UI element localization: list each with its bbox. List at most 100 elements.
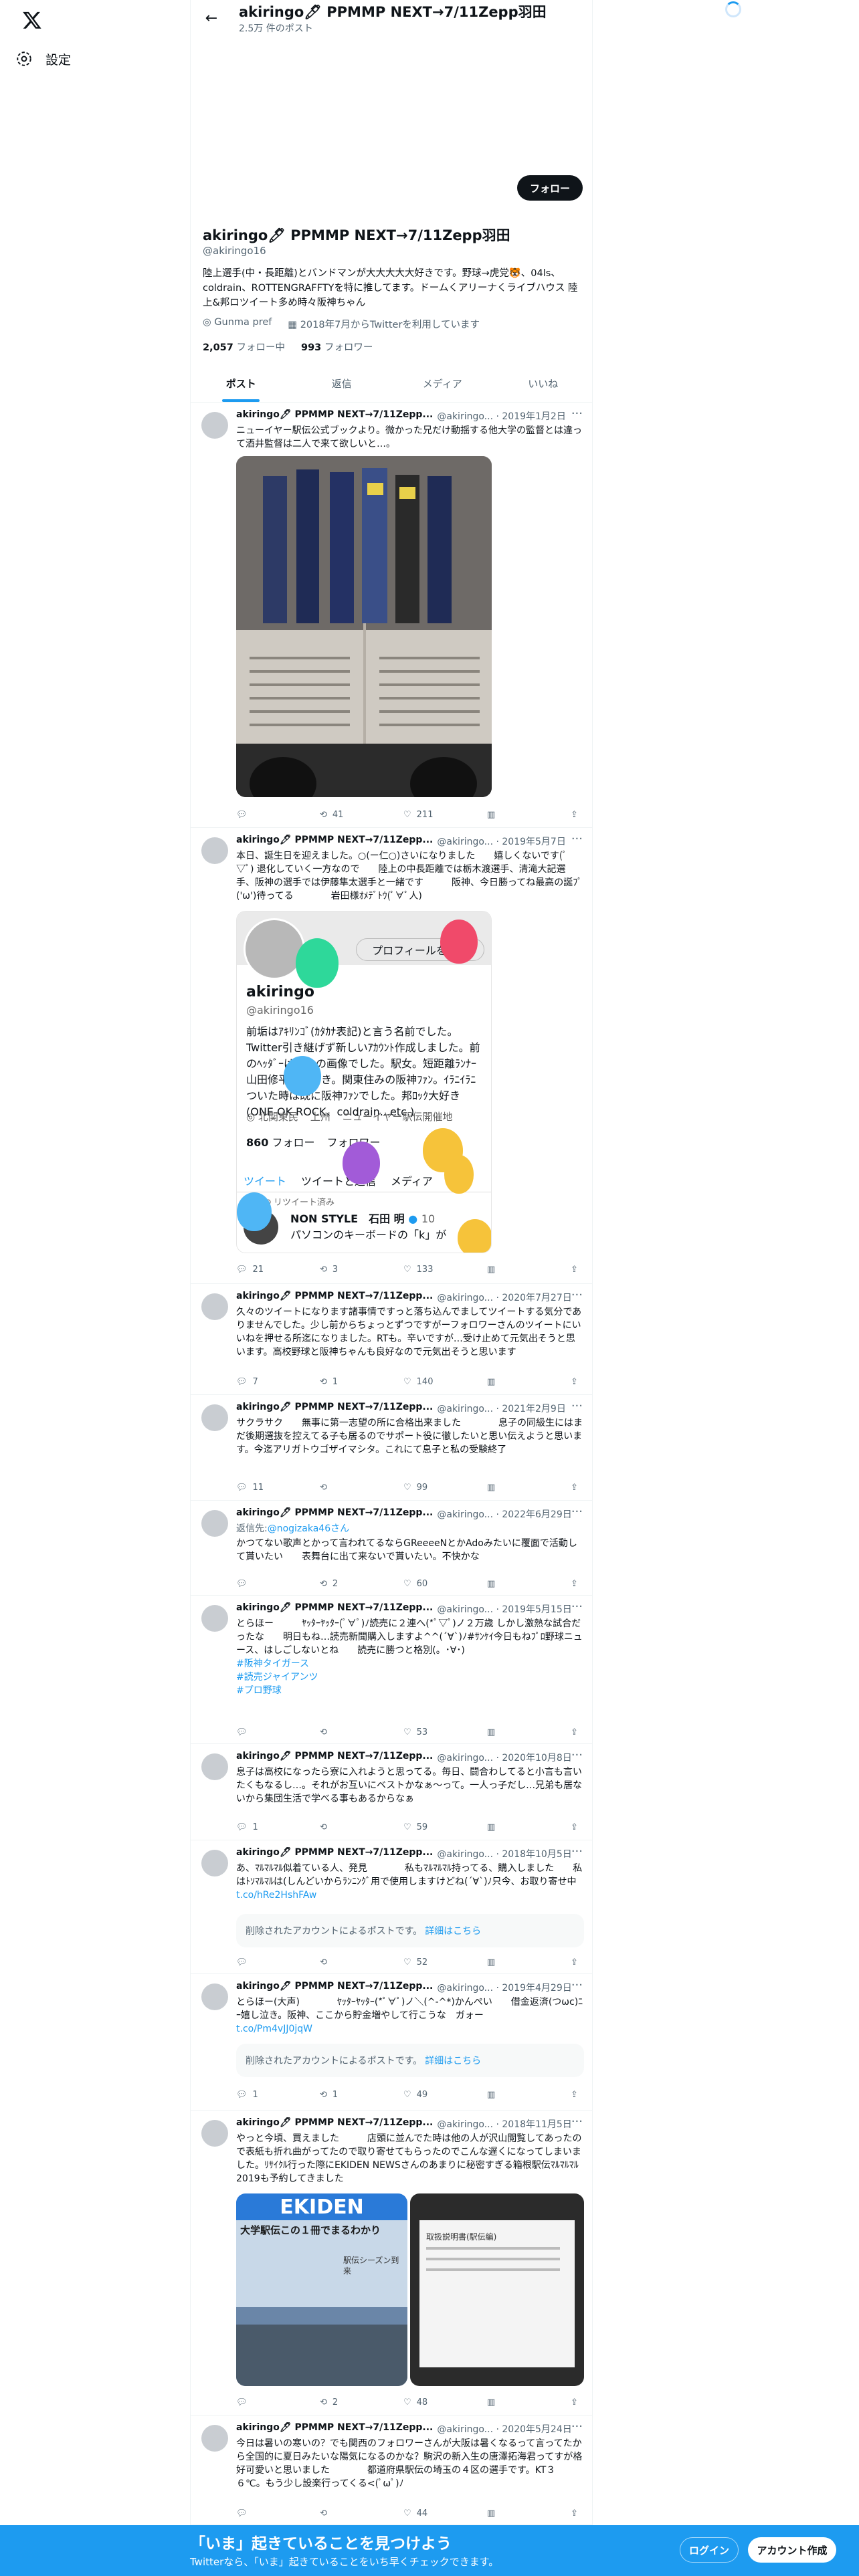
x-logo-icon[interactable] (19, 7, 45, 33)
reply-button[interactable]: 💬︎ (236, 1725, 276, 1739)
avatar[interactable] (201, 1293, 228, 1320)
tweet-author[interactable]: akiringo🖊 PPMMP NEXT→7/11Zepp... (236, 1402, 433, 1415)
reply-button[interactable]: 💬︎ 1 (236, 2088, 276, 2101)
like-button[interactable]: ♡ 44 (403, 2506, 444, 2520)
following-link[interactable]: 2,057 フォロー中 (203, 340, 285, 354)
tweet-author[interactable]: akiringo🖊 PPMMP NEXT→7/11Zepp... (236, 835, 433, 848)
reply-button[interactable]: 💬︎ (236, 2506, 276, 2520)
share-button[interactable]: ⇪ (571, 2088, 584, 2101)
retweet-button[interactable]: ⟲ 2 (320, 2395, 360, 2409)
views-button[interactable]: ▥ (487, 2088, 527, 2101)
tweet[interactable]: akiringo🖊 PPMMP NEXT→7/11Zepp... @akiring… (191, 403, 592, 828)
like-button[interactable]: ♡ 99 (403, 1481, 444, 1494)
follow-button[interactable]: フォロー (517, 175, 583, 201)
details-link[interactable]: 詳細はこちら (425, 1924, 481, 1937)
reply-button[interactable]: 💬︎ 1 (236, 1820, 276, 1834)
avatar[interactable] (201, 2425, 228, 2452)
more-icon[interactable]: ··· (571, 1399, 583, 1413)
retweet-button[interactable]: ⟲ 3 (320, 1263, 360, 1276)
more-icon[interactable]: ··· (571, 832, 583, 846)
followers-link[interactable]: 993 フォロワー (301, 340, 373, 354)
avatar[interactable] (201, 1753, 228, 1780)
views-button[interactable]: ▥ (487, 808, 527, 821)
views-button[interactable]: ▥ (487, 1375, 527, 1388)
retweet-button[interactable]: ⟲ (320, 2506, 360, 2520)
tweet[interactable]: akiringo🖊 PPMMP NEXT→7/11Zepp... @akiring… (191, 2111, 592, 2416)
tweet-author[interactable]: akiringo🖊 PPMMP NEXT→7/11Zepp... (236, 1602, 433, 1616)
views-button[interactable]: ▥ (487, 1263, 527, 1276)
hashtag-link[interactable]: #プロ野球 (236, 1684, 584, 1697)
tweet-author[interactable]: akiringo🖊 PPMMP NEXT→7/11Zepp... (236, 1981, 433, 1994)
retweet-button[interactable]: ⟲ 2 (320, 1577, 360, 1590)
share-button[interactable]: ⇪ (571, 1725, 584, 1739)
share-button[interactable]: ⇪ (571, 1955, 584, 1969)
avatar[interactable] (201, 412, 228, 439)
reply-button[interactable]: 💬︎ (236, 1955, 276, 1969)
reply-button[interactable]: 💬︎ (236, 808, 276, 821)
retweet-button[interactable]: ⟲ 1 (320, 1375, 360, 1388)
share-button[interactable]: ⇪ (571, 2506, 584, 2520)
views-button[interactable]: ▥ (487, 1955, 527, 1969)
share-button[interactable]: ⇪ (571, 1577, 584, 1590)
signup-button[interactable]: アカウント作成 (748, 2537, 836, 2563)
tweet[interactable]: akiringo🖊 PPMMP NEXT→7/11Zepp... @akiring… (191, 1501, 592, 1596)
like-button[interactable]: ♡ 53 (403, 1725, 444, 1739)
share-button[interactable]: ⇪ (571, 2395, 584, 2409)
tweet[interactable]: akiringo🖊 PPMMP NEXT→7/11Zepp... @akiring… (191, 1596, 592, 1744)
more-icon[interactable]: ··· (571, 407, 583, 421)
tweet[interactable]: akiringo🖊 PPMMP NEXT→7/11Zepp... @akiring… (191, 1974, 592, 2111)
like-button[interactable]: ♡ 140 (403, 1375, 444, 1388)
share-button[interactable]: ⇪ (571, 1481, 584, 1494)
tweet[interactable]: akiringo🖊 PPMMP NEXT→7/11Zepp... @akiring… (191, 2416, 592, 2525)
avatar[interactable] (201, 1404, 228, 1431)
like-button[interactable]: ♡ 59 (403, 1820, 444, 1834)
views-button[interactable]: ▥ (487, 1481, 527, 1494)
tweet-author[interactable]: akiringo🖊 PPMMP NEXT→7/11Zepp... (236, 409, 433, 423)
more-icon[interactable]: ··· (571, 2115, 583, 2129)
more-icon[interactable]: ··· (571, 1288, 583, 1302)
tab-posts[interactable]: ポスト (191, 365, 292, 402)
reply-to-link[interactable]: @nogizaka46さん (268, 1523, 349, 1534)
reply-button[interactable]: 💬︎ 7 (236, 1375, 276, 1388)
like-button[interactable]: ♡ 60 (403, 1577, 444, 1590)
tweet-author[interactable]: akiringo🖊 PPMMP NEXT→7/11Zepp... (236, 1507, 433, 1521)
reply-button[interactable]: 💬︎ (236, 2395, 276, 2409)
avatar[interactable] (201, 837, 228, 864)
retweet-button[interactable]: ⟲ (320, 1955, 360, 1969)
tweet[interactable]: akiringo🖊 PPMMP NEXT→7/11Zepp... @akiring… (191, 1744, 592, 1840)
retweet-button[interactable]: ⟲ 41 (320, 808, 360, 821)
retweet-button[interactable]: ⟲ (320, 1725, 360, 1739)
share-button[interactable]: ⇪ (571, 1263, 584, 1276)
like-button[interactable]: ♡ 133 (403, 1263, 444, 1276)
views-button[interactable]: ▥ (487, 1820, 527, 1834)
more-icon[interactable]: ··· (571, 1978, 583, 1992)
like-button[interactable]: ♡ 48 (403, 2395, 444, 2409)
tab-likes[interactable]: いいね (493, 365, 593, 402)
reply-button[interactable]: 💬︎ 11 (236, 1481, 276, 1494)
hashtag-link[interactable]: #読売ジャイアンツ (236, 1671, 584, 1684)
more-icon[interactable]: ··· (571, 1844, 583, 1858)
tweet-author[interactable]: akiringo🖊 PPMMP NEXT→7/11Zepp... (236, 2422, 433, 2436)
hashtag-link[interactable]: #阪神タイガース (236, 1657, 584, 1671)
views-button[interactable]: ▥ (487, 2506, 527, 2520)
retweet-button[interactable]: ⟲ (320, 1820, 360, 1834)
avatar[interactable] (201, 1510, 228, 1537)
retweet-button[interactable]: ⟲ 1 (320, 2088, 360, 2101)
like-button[interactable]: ♡ 52 (403, 1955, 444, 1969)
avatar[interactable] (201, 1605, 228, 1632)
more-icon[interactable]: ··· (571, 2420, 583, 2434)
tab-replies[interactable]: 返信 (292, 365, 393, 402)
like-button[interactable]: ♡ 211 (403, 808, 444, 821)
tweet-image-document[interactable]: 取扱説明書(駅伝編) (410, 2193, 584, 2386)
more-icon[interactable]: ··· (571, 1505, 583, 1519)
views-button[interactable]: ▥ (487, 1725, 527, 1739)
views-button[interactable]: ▥ (487, 2395, 527, 2409)
details-link[interactable]: 詳細はこちら (425, 2054, 481, 2067)
avatar[interactable] (201, 1983, 228, 2010)
tweet-author[interactable]: akiringo🖊 PPMMP NEXT→7/11Zepp... (236, 1847, 433, 1860)
tweet-image-book-cover[interactable]: EKIDEN 大学駅伝この１冊でまるわかり 駅伝シーズン到来 (236, 2193, 407, 2386)
more-icon[interactable]: ··· (571, 1600, 583, 1614)
tweet-link[interactable]: t.co/Pm4vJJ0jqW (236, 2024, 312, 2034)
tweet-author[interactable]: akiringo🖊 PPMMP NEXT→7/11Zepp... (236, 1751, 433, 1764)
login-button[interactable]: ログイン (680, 2537, 739, 2563)
